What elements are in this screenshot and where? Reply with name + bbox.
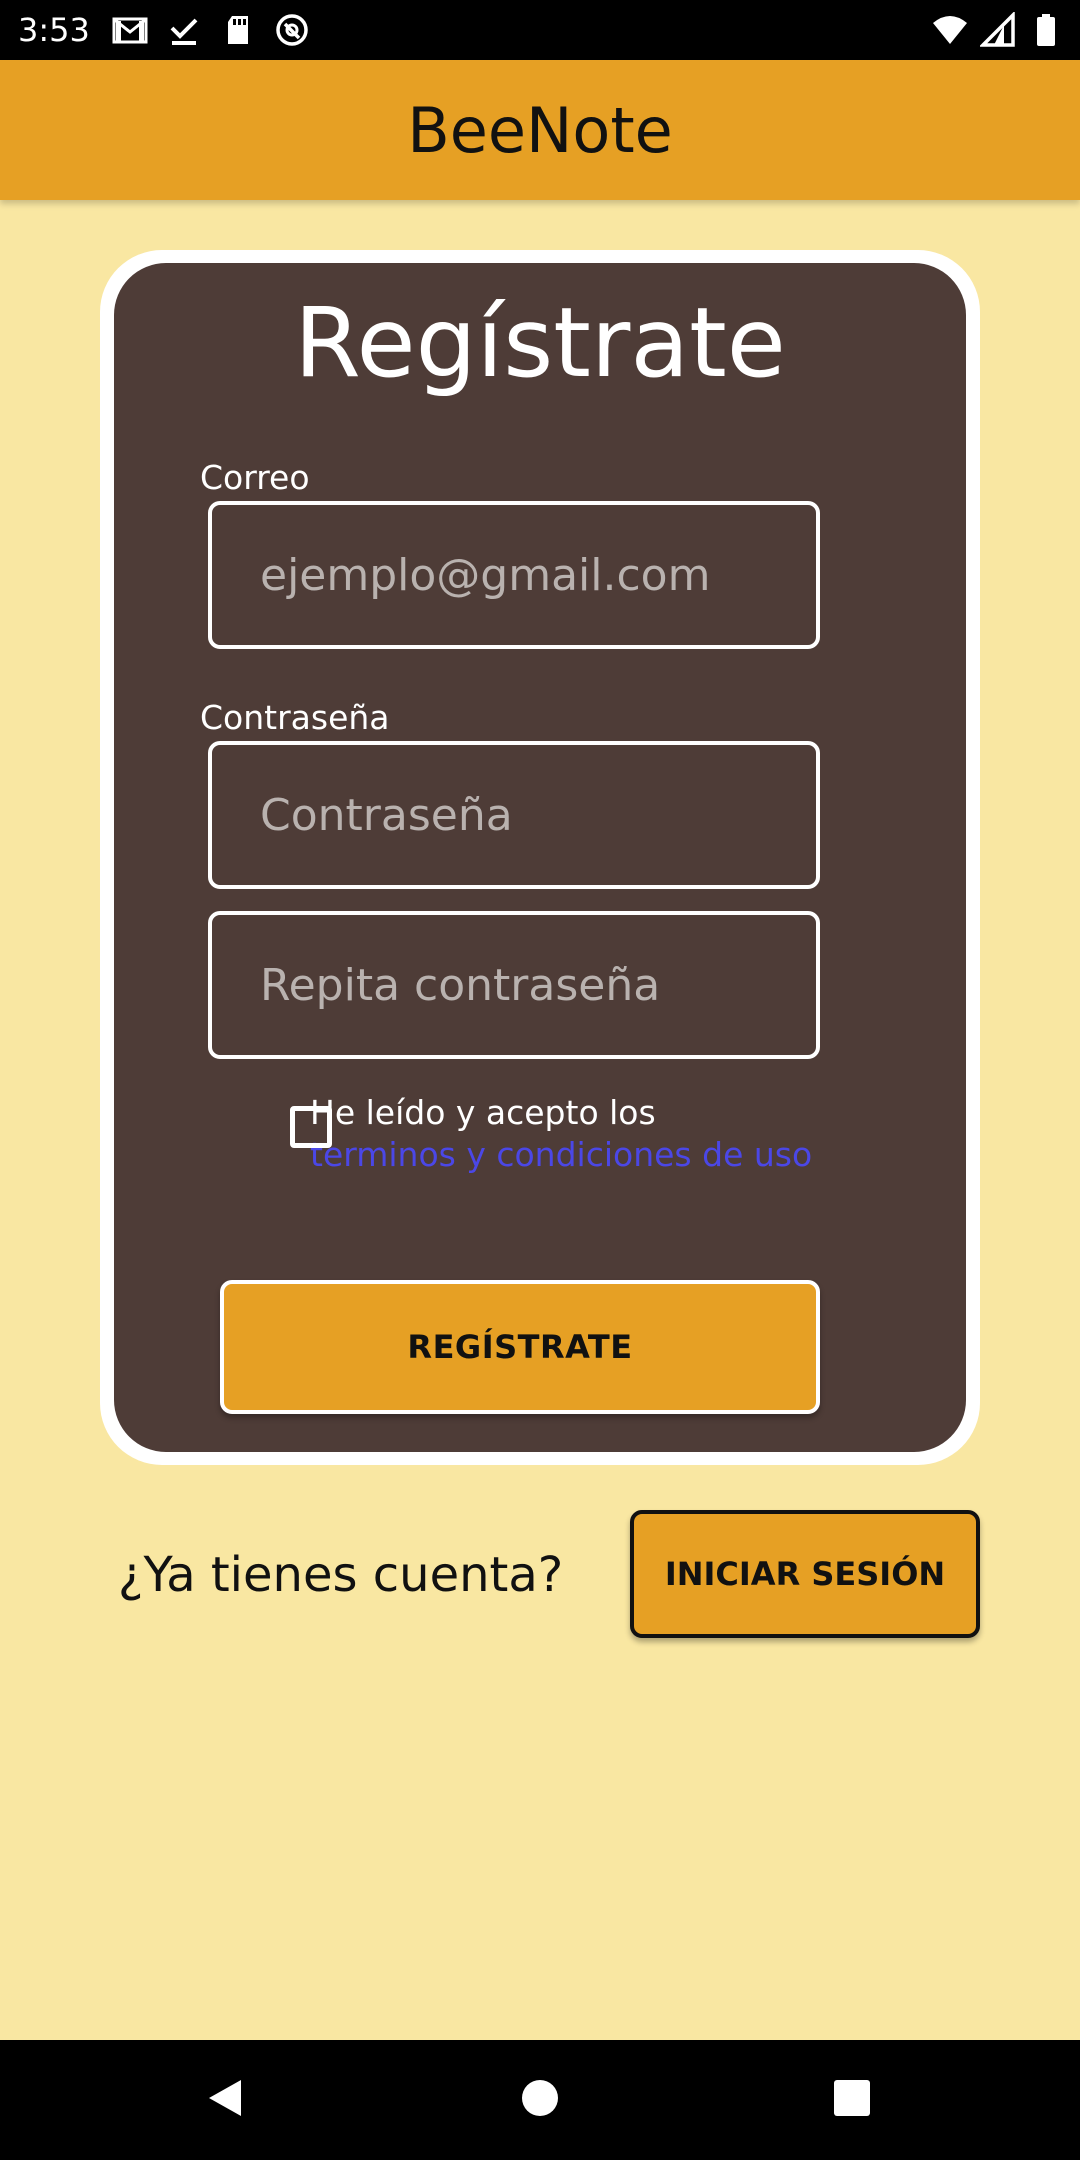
back-icon[interactable] bbox=[185, 2058, 265, 2138]
terms-link[interactable]: terminos y condiciones de uso bbox=[310, 1135, 812, 1174]
status-time: 3:53 bbox=[18, 11, 90, 49]
battery-icon bbox=[1028, 12, 1064, 48]
vpn-key-icon bbox=[274, 12, 310, 48]
email-field[interactable] bbox=[208, 501, 820, 649]
password-field[interactable] bbox=[208, 741, 820, 889]
terms-text: He leído y acepto losterminos y condicio… bbox=[310, 1092, 820, 1176]
app-bar: BeeNote bbox=[0, 60, 1080, 200]
password-label: Contraseña bbox=[200, 698, 390, 737]
home-icon[interactable] bbox=[500, 2058, 580, 2138]
sd-card-icon bbox=[220, 12, 256, 48]
register-title: Regístrate bbox=[294, 287, 786, 399]
nav-bar bbox=[0, 2040, 1080, 2160]
terms-checkbox[interactable] bbox=[290, 1106, 332, 1148]
app-title: BeeNote bbox=[407, 94, 673, 167]
status-bar: 3:53 bbox=[0, 0, 1080, 60]
have-account-text: ¿Ya tienes cuenta? bbox=[118, 1547, 564, 1603]
status-icons-right bbox=[932, 10, 1064, 48]
gmail-icon bbox=[112, 12, 148, 48]
wifi-icon bbox=[932, 12, 968, 48]
login-button[interactable]: INICIAR SESIÓN bbox=[630, 1510, 980, 1638]
repeat-password-field[interactable] bbox=[208, 911, 820, 1059]
register-button[interactable]: REGÍSTRATE bbox=[220, 1280, 820, 1414]
download-done-icon bbox=[166, 12, 202, 48]
terms-prefix: He leído y acepto los bbox=[310, 1093, 656, 1132]
email-label: Correo bbox=[200, 458, 310, 497]
recents-icon[interactable] bbox=[812, 2058, 892, 2138]
status-icons-left bbox=[112, 12, 310, 48]
signal-icon bbox=[978, 10, 1016, 48]
